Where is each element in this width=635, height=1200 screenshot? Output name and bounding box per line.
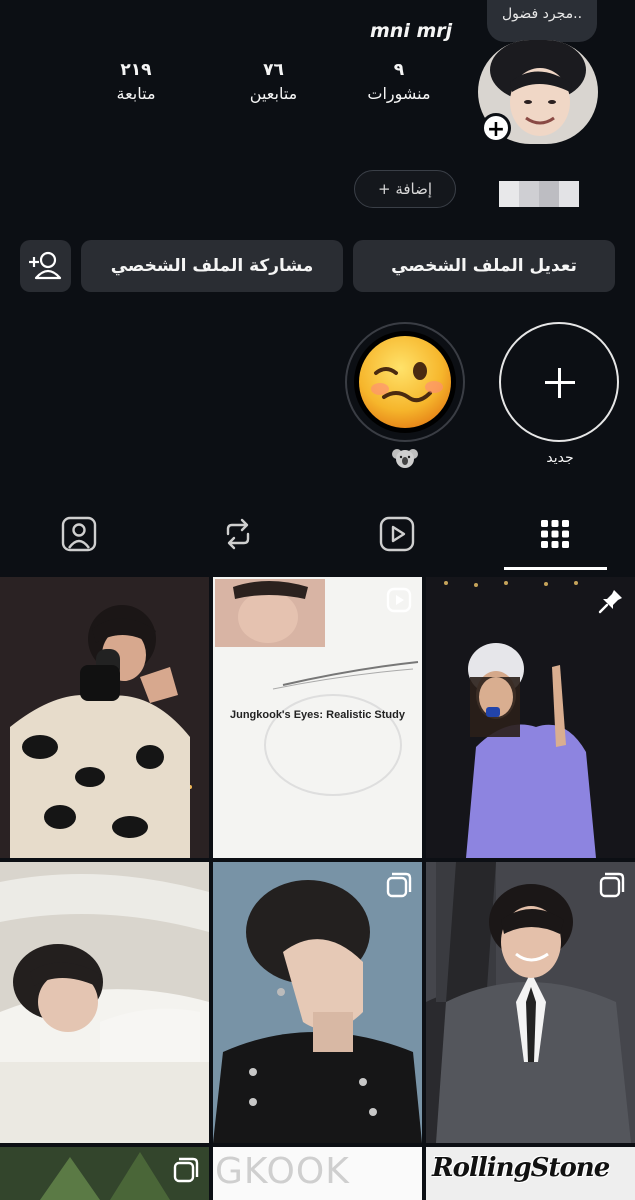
stat-followers[interactable]: ٧٦ متابعين [226,60,321,103]
post-photo[interactable]: GKOOK [213,1147,422,1200]
post-reel[interactable]: Jungkook's Eyes: Realistic Study [213,577,422,858]
add-person-icon [29,251,62,280]
note-bubble[interactable]: مجرد فضول.. [487,0,597,42]
carousel-icon [386,872,412,898]
reel-icon [386,587,412,613]
edit-profile-button[interactable]: تعديل الملف الشخصي [353,240,615,292]
post-photo[interactable]: RollingStone [426,1147,635,1200]
reels-icon [379,516,415,552]
following-count: ٢١٩ [120,60,152,80]
grid-icon [541,520,569,548]
following-label: متابعة [116,84,156,103]
tab-reposts[interactable] [218,514,258,558]
post-photo[interactable] [0,862,209,1143]
repost-icon [226,518,250,550]
carousel-icon [599,872,625,898]
post-text: GKOOK [215,1151,350,1192]
posts-label: منشورات [367,84,431,103]
reel-caption: Jungkook's Eyes: Realistic Study [229,709,405,721]
new-highlight-button[interactable] [499,322,619,442]
add-link-button[interactable]: + إضافة [354,170,456,208]
post-carousel[interactable] [0,1147,209,1200]
post-pinned[interactable] [426,577,635,858]
koala-icon [392,447,418,469]
share-profile-button[interactable]: مشاركة الملف الشخصي [81,240,343,292]
note-text: مجرد فضول.. [501,6,583,22]
followers-label: متابعين [249,84,298,103]
tab-grid[interactable] [535,514,575,558]
post-carousel[interactable] [426,862,635,1143]
discover-people-button[interactable] [20,240,71,292]
woozy-face-icon [354,331,456,433]
new-highlight-label: جديد [546,450,574,466]
tab-reels[interactable] [377,514,417,558]
stat-posts[interactable]: ٩ منشورات [364,60,434,103]
followers-count: ٧٦ [263,60,284,80]
carousel-icon [173,1157,199,1183]
plus-icon-vertical [558,368,561,398]
username: mni mrj [370,20,453,42]
profile-tabs [0,500,635,572]
rollingstone-logo: RollingStone [432,1153,610,1183]
tagged-icon [61,516,97,552]
posts-count: ٩ [393,60,405,80]
highlight-story[interactable] [345,322,465,442]
tab-tagged[interactable] [59,514,99,558]
active-tab-indicator [504,567,607,570]
add-story-badge[interactable]: + [481,113,511,143]
stat-following[interactable]: ٢١٩ متابعة [96,60,176,103]
post-photo[interactable] [0,577,209,858]
pin-icon [598,590,622,614]
blurred-bio [499,181,579,207]
post-carousel[interactable] [213,862,422,1143]
